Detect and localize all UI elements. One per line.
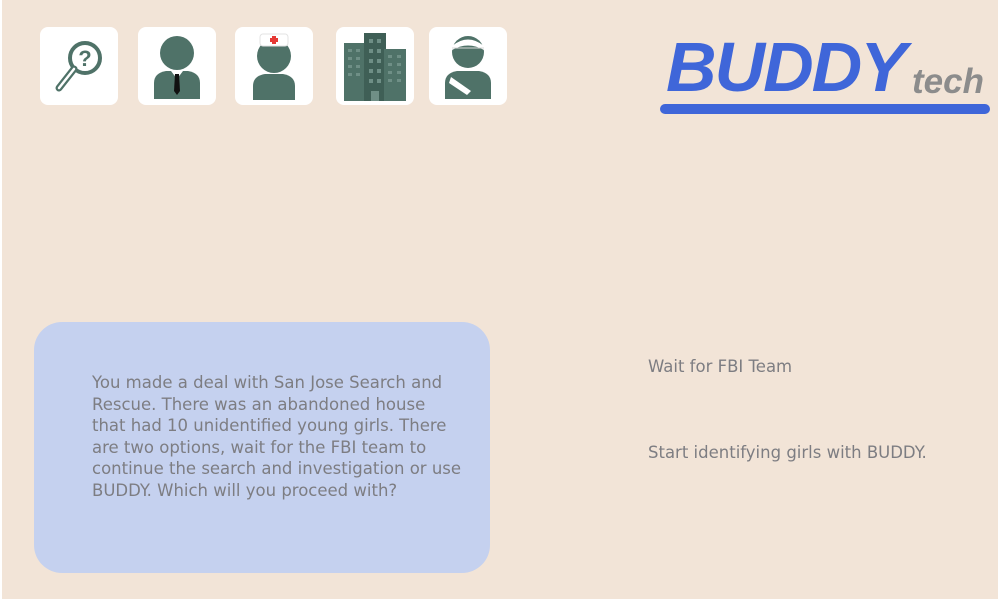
agent-button[interactable]	[138, 27, 216, 105]
game-screen: ? BUDDY tech You made a deal with San Jo…	[2, 0, 998, 599]
injured-person-icon	[445, 36, 491, 99]
search-help-icon: ?	[55, 41, 102, 92]
nurse-button[interactable]	[235, 27, 313, 105]
choice-use-buddy[interactable]: Start identifying girls with BUDDY.	[648, 443, 927, 462]
building-icon	[344, 33, 406, 101]
nurse-icon	[253, 33, 295, 100]
building-button[interactable]	[336, 27, 414, 105]
svg-text:?: ?	[78, 46, 91, 71]
logo-sub-text: tech	[912, 62, 984, 101]
logo-underline	[660, 104, 990, 114]
logo-main-text: BUDDY	[666, 28, 907, 106]
choice-wait-fbi[interactable]: Wait for FBI Team	[648, 357, 792, 376]
story-card: You made a deal with San Jose Search and…	[34, 322, 490, 573]
story-text: You made a deal with San Jose Search and…	[92, 373, 462, 500]
agent-icon	[154, 36, 200, 99]
buddy-tech-logo: BUDDY tech	[660, 28, 990, 118]
help-search-button[interactable]: ?	[40, 27, 118, 105]
injured-person-button[interactable]	[429, 27, 507, 105]
